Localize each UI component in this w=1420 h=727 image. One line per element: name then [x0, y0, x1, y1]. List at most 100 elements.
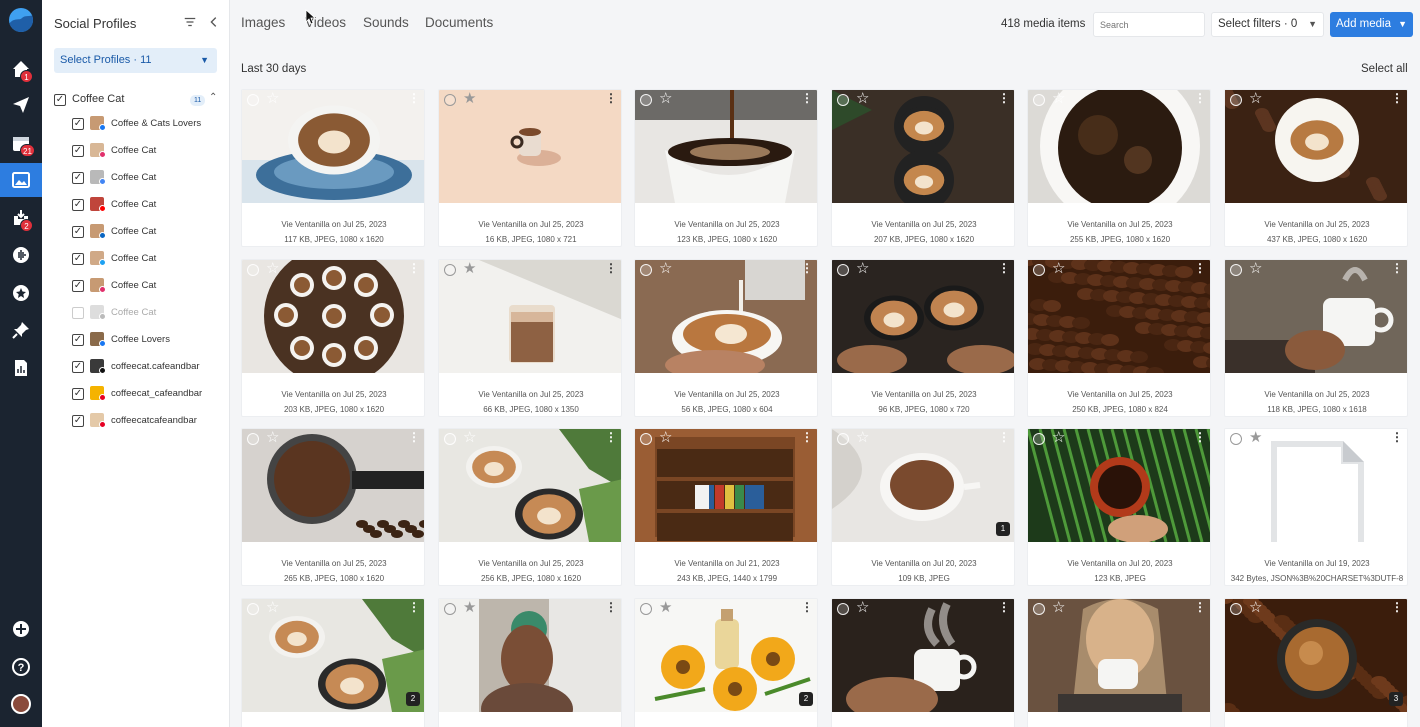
media-card[interactable]: ☆ ⋮ 1 Vie Ventanilla on Jul 20, 2023 109 KB,…: [831, 428, 1015, 586]
star-icon[interactable]: ★: [1249, 430, 1262, 446]
chevron-up-icon[interactable]: ⌃: [209, 92, 217, 103]
media-card[interactable]: ★ ⋮ Vie Ventanilla on Jul 25, 2023 16 KB, J…: [438, 89, 622, 247]
star-icon[interactable]: ★: [463, 261, 476, 277]
more-options-icon[interactable]: ⋮: [998, 601, 1010, 613]
profile-checkbox[interactable]: ✓: [72, 226, 84, 238]
avatar[interactable]: [11, 694, 31, 714]
profile-item[interactable]: ✓ coffeecat_cafeandbar: [72, 386, 230, 402]
search-input[interactable]: [1093, 12, 1205, 37]
profile-checkbox[interactable]: ✓: [72, 172, 84, 184]
profile-item[interactable]: ✓ Coffee Cat: [72, 143, 230, 159]
select-circle-icon[interactable]: [444, 433, 456, 445]
more-options-icon[interactable]: ⋮: [998, 92, 1010, 104]
profile-item[interactable]: Coffee Cat: [72, 305, 230, 321]
media-card[interactable]: ★ ⋮: [438, 598, 622, 727]
profile-checkbox[interactable]: ✓: [72, 334, 84, 346]
media-card[interactable]: ★ ⋮ Vie Ventanilla on Jul 19, 2023 342 Byte…: [1224, 428, 1408, 586]
star-icon[interactable]: ☆: [266, 600, 279, 616]
star-icon[interactable]: ☆: [659, 430, 672, 446]
select-all-link[interactable]: Select all: [1361, 63, 1408, 75]
media-card[interactable]: ☆ ⋮ Vie Ventanilla on Jul 25, 2023 207 KB, …: [831, 89, 1015, 247]
profile-item[interactable]: ✓ Coffee Cat: [72, 197, 230, 213]
select-circle-icon[interactable]: [640, 433, 652, 445]
media-card[interactable]: ☆ ⋮ Vie Ventanilla on Jul 25, 2023 96 KB, J…: [831, 259, 1015, 417]
more-options-icon[interactable]: ⋮: [605, 601, 617, 613]
select-profiles-dropdown[interactable]: Select Profiles · 11 ▼: [54, 48, 217, 73]
more-options-icon[interactable]: ⋮: [1194, 92, 1206, 104]
more-options-icon[interactable]: ⋮: [1194, 431, 1206, 443]
app-logo[interactable]: [9, 8, 33, 32]
pin-icon[interactable]: [0, 315, 42, 345]
profile-item[interactable]: ✓ Coffee Cat: [72, 170, 230, 186]
star-icon[interactable]: ☆: [266, 261, 279, 277]
profile-checkbox[interactable]: ✓: [72, 118, 84, 130]
select-circle-icon[interactable]: [640, 94, 652, 106]
more-options-icon[interactable]: ⋮: [408, 431, 420, 443]
star-icon[interactable]: ☆: [1249, 261, 1262, 277]
more-options-icon[interactable]: ⋮: [801, 262, 813, 274]
profile-item[interactable]: ✓ Coffee Cat: [72, 278, 230, 294]
profile-item[interactable]: ✓ Coffee & Cats Lovers: [72, 116, 230, 132]
select-filters-dropdown[interactable]: Select filters · 0 ▼: [1211, 12, 1324, 37]
more-options-icon[interactable]: ⋮: [1391, 601, 1403, 613]
more-options-icon[interactable]: ⋮: [605, 92, 617, 104]
filter-icon[interactable]: [182, 15, 198, 31]
media-card[interactable]: ★ ⋮ 2: [634, 598, 818, 727]
inbox-icon[interactable]: 2: [0, 203, 42, 233]
media-card[interactable]: ☆ ⋮ Vie Ventanilla on Jul 25, 2023 256 KB, …: [438, 428, 622, 586]
more-options-icon[interactable]: ⋮: [1391, 262, 1403, 274]
reviews-icon[interactable]: [0, 278, 42, 308]
select-circle-icon[interactable]: [247, 433, 259, 445]
media-card[interactable]: ★ ⋮ Vie Ventanilla on Jul 25, 2023 66 KB, J…: [438, 259, 622, 417]
star-icon[interactable]: ★: [463, 91, 476, 107]
more-options-icon[interactable]: ⋮: [1391, 92, 1403, 104]
media-card[interactable]: ☆ ⋮ Vie Ventanilla on Jul 25, 2023 250 KB, …: [1027, 259, 1211, 417]
media-card[interactable]: ☆ ⋮ Vie Ventanilla on Jul 25, 2023 265 KB, …: [241, 428, 425, 586]
more-options-icon[interactable]: ⋮: [998, 431, 1010, 443]
select-circle-icon[interactable]: [247, 603, 259, 615]
select-circle-icon[interactable]: [1230, 603, 1242, 615]
star-icon[interactable]: ☆: [856, 600, 869, 616]
select-circle-icon[interactable]: [1230, 94, 1242, 106]
profile-item[interactable]: ✓ coffeecatcafeandbar: [72, 413, 230, 429]
tab-documents[interactable]: Documents: [425, 15, 493, 30]
more-options-icon[interactable]: ⋮: [408, 92, 420, 104]
star-icon[interactable]: ☆: [1249, 91, 1262, 107]
media-card[interactable]: ☆ ⋮ 2: [241, 598, 425, 727]
profile-item[interactable]: ✓ Coffee Lovers: [72, 332, 230, 348]
publish-icon[interactable]: [0, 90, 42, 120]
star-icon[interactable]: ☆: [1052, 261, 1065, 277]
more-options-icon[interactable]: ⋮: [408, 262, 420, 274]
media-card[interactable]: ☆ ⋮ Vie Ventanilla on Jul 25, 2023 56 KB, J…: [634, 259, 818, 417]
media-card[interactable]: ☆ ⋮ Vie Ventanilla on Jul 21, 2023 243 KB, …: [634, 428, 818, 586]
profile-checkbox[interactable]: ✓: [72, 415, 84, 427]
select-circle-icon[interactable]: [444, 94, 456, 106]
media-card[interactable]: ☆ ⋮: [831, 598, 1015, 727]
profile-checkbox[interactable]: ✓: [72, 199, 84, 211]
media-card[interactable]: ☆ ⋮ Vie Ventanilla on Jul 20, 2023 123 KB, …: [1027, 428, 1211, 586]
collapse-panel-icon[interactable]: [206, 15, 222, 31]
profile-checkbox[interactable]: ✓: [72, 361, 84, 373]
more-options-icon[interactable]: ⋮: [998, 262, 1010, 274]
star-icon[interactable]: ☆: [463, 430, 476, 446]
profile-checkbox[interactable]: ✓: [72, 145, 84, 157]
more-options-icon[interactable]: ⋮: [1194, 601, 1206, 613]
tab-sounds[interactable]: Sounds: [363, 15, 409, 30]
star-icon[interactable]: ★: [659, 600, 672, 616]
star-icon[interactable]: ☆: [856, 91, 869, 107]
media-library-icon[interactable]: [0, 163, 42, 197]
select-circle-icon[interactable]: [247, 264, 259, 276]
star-icon[interactable]: ☆: [856, 261, 869, 277]
profile-checkbox[interactable]: [72, 307, 84, 319]
select-circle-icon[interactable]: [247, 94, 259, 106]
media-card[interactable]: ☆ ⋮ Vie Ventanilla on Jul 25, 2023 118 KB, …: [1224, 259, 1408, 417]
star-icon[interactable]: ☆: [1052, 430, 1065, 446]
star-icon[interactable]: ☆: [266, 91, 279, 107]
select-circle-icon[interactable]: [640, 603, 652, 615]
more-options-icon[interactable]: ⋮: [1391, 431, 1403, 443]
more-options-icon[interactable]: ⋮: [605, 431, 617, 443]
select-circle-icon[interactable]: [837, 264, 849, 276]
select-circle-icon[interactable]: [1033, 603, 1045, 615]
star-icon[interactable]: ★: [463, 600, 476, 616]
calendar-icon[interactable]: 21: [0, 128, 42, 158]
